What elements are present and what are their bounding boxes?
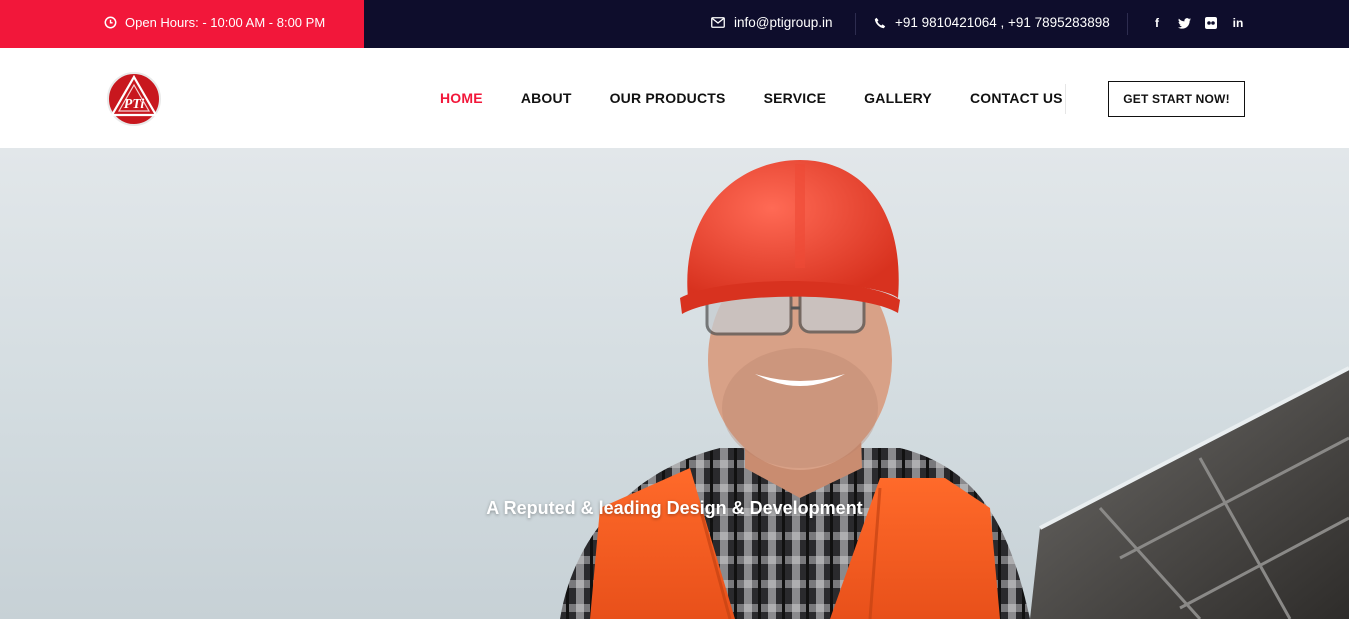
nav-contact-us[interactable]: CONTACT US bbox=[970, 90, 1063, 106]
open-hours-box: Open Hours: - 10:00 AM - 8:00 PM bbox=[0, 0, 364, 48]
hero-section: A Reputed & leading Design & Development bbox=[0, 148, 1349, 619]
nav-gallery[interactable]: GALLERY bbox=[864, 90, 932, 106]
twitter-icon[interactable] bbox=[1177, 16, 1191, 30]
main-navbar: PTi HOME ABOUT OUR PRODUCTS SERVICE GALL… bbox=[0, 48, 1349, 148]
email-contact[interactable]: info@ptigroup.in bbox=[711, 15, 833, 30]
hero-tagline: A Reputed & leading Design & Development bbox=[486, 498, 863, 518]
get-start-now-button[interactable]: GET START NOW! bbox=[1108, 81, 1245, 117]
facebook-icon[interactable]: f bbox=[1150, 16, 1164, 30]
divider bbox=[1065, 84, 1066, 114]
open-hours-text: Open Hours: - 10:00 AM - 8:00 PM bbox=[125, 15, 326, 30]
phone-icon bbox=[874, 17, 886, 28]
nav-home[interactable]: HOME bbox=[440, 90, 483, 106]
phone-contact[interactable]: +91 9810421064 , +91 7895283898 bbox=[874, 15, 1110, 30]
divider bbox=[1127, 13, 1128, 35]
hero-image bbox=[560, 160, 1349, 619]
main-menu: HOME ABOUT OUR PRODUCTS SERVICE GALLERY … bbox=[440, 90, 1101, 106]
nav-about[interactable]: ABOUT bbox=[521, 90, 572, 106]
nav-service[interactable]: SERVICE bbox=[764, 90, 827, 106]
social-links: f in bbox=[1150, 16, 1245, 30]
nav-our-products[interactable]: OUR PRODUCTS bbox=[610, 90, 726, 106]
envelope-icon bbox=[711, 17, 725, 28]
top-bar: Open Hours: - 10:00 AM - 8:00 PM info@pt… bbox=[0, 0, 1349, 48]
pti-logo[interactable]: PTi bbox=[106, 71, 162, 127]
divider bbox=[855, 13, 856, 35]
logo-text: PTi bbox=[124, 97, 145, 112]
clock-icon bbox=[104, 16, 117, 29]
phone-text[interactable]: +91 9810421064 , +91 7895283898 bbox=[895, 15, 1110, 30]
open-hours: Open Hours: - 10:00 AM - 8:00 PM bbox=[104, 15, 325, 30]
email-text[interactable]: info@ptigroup.in bbox=[734, 15, 833, 30]
linkedin-icon[interactable]: in bbox=[1231, 16, 1245, 30]
flickr-icon[interactable] bbox=[1204, 16, 1218, 30]
